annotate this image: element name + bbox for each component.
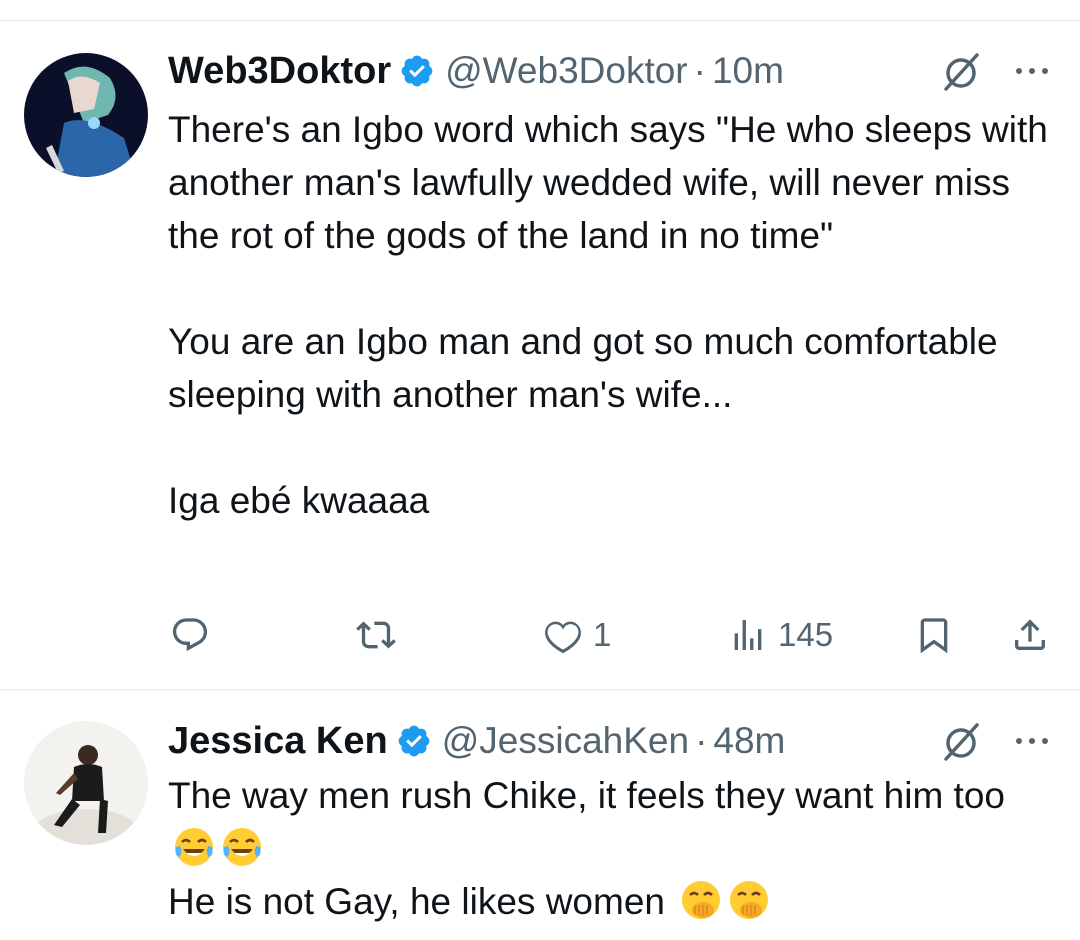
bookmark-icon [920, 618, 948, 654]
tweet-line-text: He is not Gay, he likes women [168, 881, 665, 922]
more-dots-icon[interactable] [1010, 51, 1054, 91]
heart-icon [545, 621, 581, 654]
author-handle[interactable]: @JessicahKen [442, 720, 689, 762]
avatar[interactable] [24, 53, 148, 177]
verified-badge-icon [396, 723, 432, 759]
tweet-paragraph: You are an Igbo man and got so much comf… [168, 321, 998, 415]
avatar[interactable] [24, 721, 148, 845]
tweet-text: There's an Igbo word which says "He who … [168, 103, 1058, 527]
bookmark-button[interactable] [914, 609, 954, 661]
views-button[interactable]: 145 [728, 609, 833, 661]
retweet-icon [356, 621, 396, 649]
face-with-hand-over-mouth-emoji [727, 878, 771, 922]
author-handle[interactable]: @Web3Doktor [445, 50, 688, 92]
tweet-line: He is not Gay, he likes women [168, 875, 1058, 928]
reply-icon [172, 618, 208, 652]
timestamp[interactable]: 48m [713, 720, 785, 762]
grok-icon[interactable] [940, 51, 982, 93]
like-count: 1 [593, 616, 612, 653]
author-name[interactable]: Jessica Ken [168, 720, 388, 763]
tweet-header: Jessica Ken @JessicahKen · 48m [168, 717, 785, 765]
timestamp[interactable]: 10m [712, 50, 784, 92]
share-icon [1015, 619, 1045, 650]
verified-badge-icon [399, 53, 435, 89]
views-count: 145 [778, 616, 834, 653]
action-bar: 1 145 [0, 609, 1080, 661]
separator-dot: · [693, 50, 706, 91]
reply-button[interactable] [170, 609, 210, 661]
tweet-web3doktor[interactable]: Web3Doktor @Web3Doktor · 10m There's an … [0, 21, 1080, 689]
author-name[interactable]: Web3Doktor [168, 50, 391, 93]
tweet-line: The way men rush Chike, it feels they wa… [168, 769, 1058, 875]
share-button[interactable] [1010, 609, 1050, 661]
more-dots-icon[interactable] [1010, 721, 1054, 761]
tears-of-joy-emoji [220, 825, 264, 869]
grok-icon[interactable] [940, 721, 982, 763]
tweet-jessicahken[interactable]: Jessica Ken @JessicahKen · 48m The way m… [0, 689, 1080, 940]
tweet-paragraph: There's an Igbo word which says "He who … [168, 109, 1048, 256]
like-button[interactable]: 1 [543, 609, 611, 661]
tweet-line-text: The way men rush Chike, it feels they wa… [168, 775, 1005, 816]
retweet-button[interactable] [356, 609, 396, 661]
tweet-paragraph: Iga ebé kwaaaa [168, 480, 430, 521]
tears-of-joy-emoji [172, 825, 216, 869]
tweet-header: Web3Doktor @Web3Doktor · 10m [168, 47, 784, 95]
tweet-text: The way men rush Chike, it feels they wa… [168, 769, 1058, 928]
face-with-hand-over-mouth-emoji [679, 878, 723, 922]
separator-dot: · [695, 720, 708, 761]
views-icon [734, 620, 762, 650]
